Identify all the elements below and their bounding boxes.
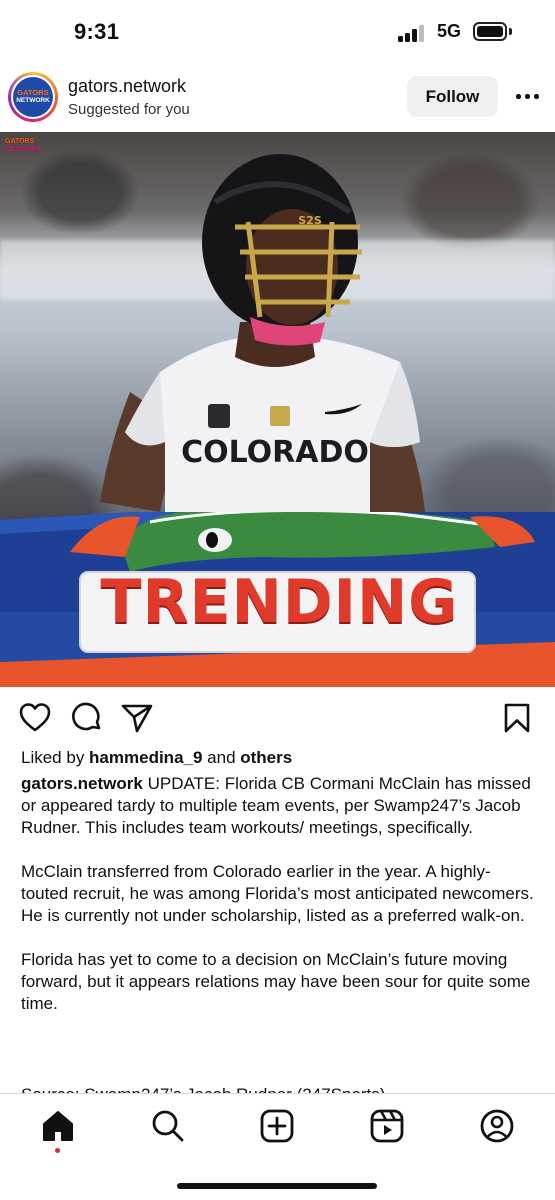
liked-by-others[interactable]: others: [240, 748, 292, 767]
home-indicator[interactable]: [177, 1183, 377, 1189]
post-image[interactable]: GATORS NETWORK COLORADO S2S TRENDING: [0, 132, 555, 687]
gators-network-logo: GATORS NETWORK: [5, 138, 42, 153]
create-icon[interactable]: [259, 1108, 295, 1144]
post-username[interactable]: gators.network: [68, 76, 186, 97]
caption-paragraph-2: McClain transferred from Colorado earlie…: [21, 862, 534, 925]
avatar-text-line2: NETWORK: [16, 97, 50, 104]
post-action-bar: [0, 687, 555, 749]
profile-icon[interactable]: [479, 1108, 515, 1144]
search-icon[interactable]: [150, 1108, 186, 1144]
heart-icon[interactable]: [18, 701, 52, 735]
likes-prefix: Liked by: [21, 748, 90, 767]
trending-label: TRENDING: [100, 567, 459, 637]
post-header: GATORS NETWORK gators.network Suggested …: [0, 62, 555, 132]
avatar-text-line1: GATORS: [17, 88, 49, 97]
more-options-icon[interactable]: [514, 84, 540, 108]
likes-joiner: and: [202, 748, 241, 767]
follow-button[interactable]: Follow: [407, 76, 498, 117]
avatar[interactable]: GATORS NETWORK: [13, 77, 53, 117]
comment-icon[interactable]: [70, 701, 104, 735]
network-type: 5G: [437, 21, 462, 41]
likes-summary[interactable]: Liked by hammedina_9 and others: [21, 748, 292, 768]
home-icon[interactable]: [40, 1108, 76, 1144]
bottom-navigation: [0, 1093, 555, 1200]
home-notification-dot: [55, 1148, 60, 1153]
battery-icon: [473, 22, 507, 41]
svg-text:S2S: S2S: [298, 214, 322, 227]
football-player-graphic: COLORADO S2S: [100, 154, 425, 542]
post-caption: gators.network UPDATE: Florida CB Corman…: [21, 773, 536, 1104]
liked-by-user[interactable]: hammedina_9: [89, 748, 202, 767]
status-time: 9:31: [74, 19, 120, 44]
caption-paragraph-3: Florida has yet to come to a decision on…: [21, 950, 531, 1013]
post-subtitle: Suggested for you: [68, 101, 190, 118]
svg-text:COLORADO: COLORADO: [181, 435, 369, 470]
caption-author[interactable]: gators.network: [21, 774, 143, 793]
cellular-signal-icon: [398, 24, 428, 42]
reels-icon[interactable]: [369, 1108, 405, 1144]
battery-cap: [509, 28, 512, 35]
share-icon[interactable]: [120, 701, 154, 735]
status-bar: 9:31 5G: [0, 0, 555, 62]
bookmark-icon[interactable]: [500, 701, 534, 735]
story-ring[interactable]: GATORS NETWORK: [8, 72, 58, 122]
